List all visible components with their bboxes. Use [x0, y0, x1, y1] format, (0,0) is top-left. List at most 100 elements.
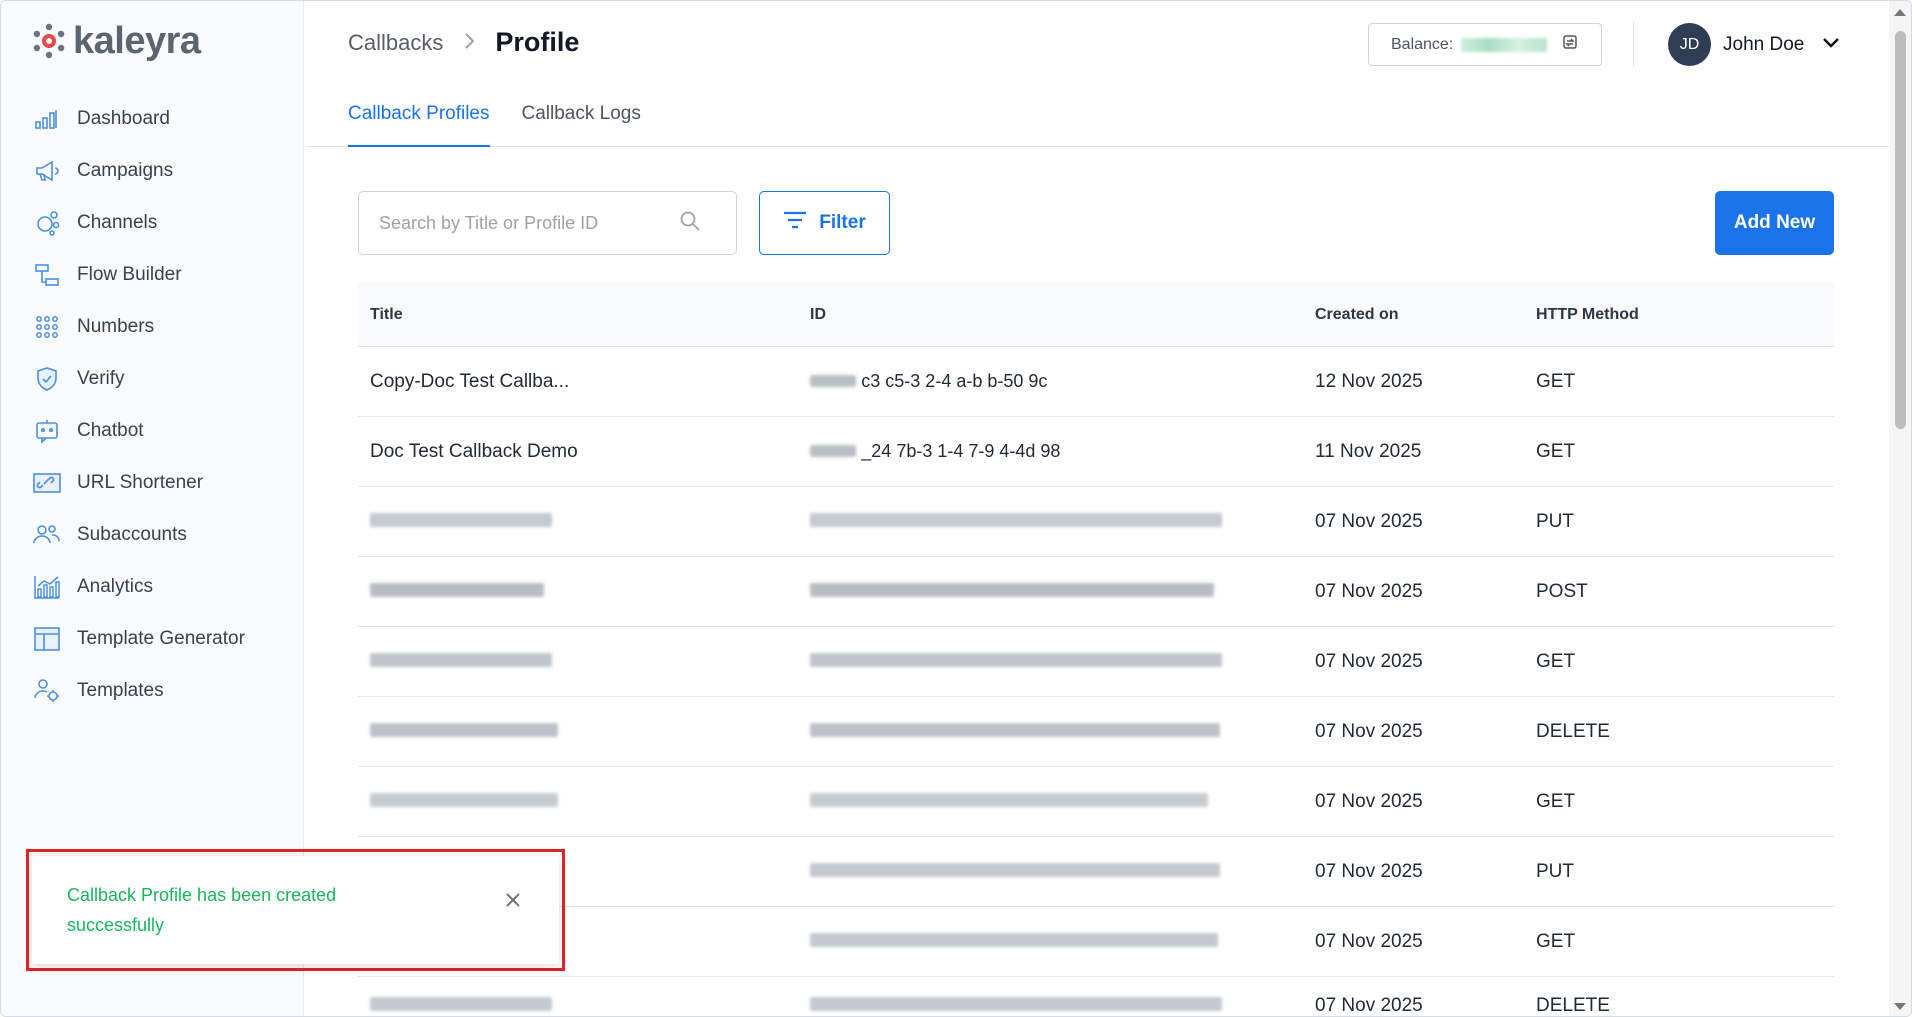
- table-row[interactable]: Doc Test Callback Demo _24 7b-3 1-4 7-9 …: [358, 417, 1834, 487]
- tab-callback-logs[interactable]: Callback Logs: [522, 101, 641, 147]
- logo[interactable]: kaleyra: [31, 21, 201, 61]
- add-new-button[interactable]: Add New: [1715, 191, 1834, 255]
- sidebar-item-analytics[interactable]: Analytics: [33, 561, 245, 613]
- cell-id: c3 c5-3 2-4 a-b b-50 9c: [800, 371, 1315, 393]
- table-row[interactable]: Copy-Doc Test Callba... c3 c5-3 2-4 a-b …: [358, 347, 1834, 417]
- sidebar-item-templates[interactable]: Templates: [33, 665, 245, 717]
- column-header-id[interactable]: ID: [800, 306, 1315, 324]
- cell-title-redacted: [358, 651, 800, 673]
- cell-title-redacted: [358, 511, 800, 533]
- filter-button[interactable]: Filter: [759, 191, 890, 255]
- cell-id-redacted: [800, 721, 1315, 743]
- cell-created-on: 11 Nov 2025: [1315, 440, 1422, 462]
- scroll-up-icon[interactable]: [1894, 9, 1906, 16]
- refresh-icon[interactable]: [1561, 33, 1579, 56]
- tab-callback-profiles[interactable]: Callback Profiles: [348, 101, 490, 147]
- cell-http-method: GET: [1536, 440, 1576, 462]
- column-header-title[interactable]: Title: [358, 306, 800, 324]
- cell-http-method: DELETE: [1536, 720, 1610, 742]
- sidebar-item-label: Channels: [77, 212, 158, 233]
- cell-http-method: GET: [1536, 370, 1576, 392]
- callback-profiles-table: Title ID Created on HTTP Method Copy-Doc…: [358, 283, 1834, 1016]
- table-row[interactable]: 07 Nov 2025 GET: [358, 627, 1834, 697]
- toast-message: Callback Profile has been created succes…: [67, 885, 337, 935]
- cell-created-on: 07 Nov 2025: [1315, 650, 1423, 672]
- cell-title-redacted: [358, 581, 800, 603]
- scroll-down-icon[interactable]: [1894, 1003, 1906, 1010]
- sidebar-nav: Dashboard Campaigns Channels Flow Builde…: [33, 93, 245, 717]
- cell-http-method: DELETE: [1536, 995, 1610, 1016]
- sidebar-item-subaccounts[interactable]: Subaccounts: [33, 509, 245, 561]
- flow-icon: [33, 261, 61, 289]
- sidebar-item-label: Numbers: [77, 316, 155, 337]
- cell-http-method: PUT: [1536, 510, 1574, 532]
- user-name: John Doe: [1723, 33, 1805, 55]
- table-header: Title ID Created on HTTP Method: [358, 283, 1834, 347]
- shield-check-icon: [33, 365, 61, 393]
- balance-value-redacted: [1461, 37, 1548, 52]
- app-window: kaleyra Dashboard Campaigns Channels Flo…: [0, 0, 1912, 1017]
- cell-created-on: 07 Nov 2025: [1315, 720, 1423, 742]
- cell-http-method: POST: [1536, 580, 1588, 602]
- sidebar-item-verify[interactable]: Verify: [33, 353, 245, 405]
- search-input[interactable]: [379, 212, 679, 234]
- column-header-http-method[interactable]: HTTP Method: [1536, 306, 1834, 324]
- table-row[interactable]: 07 Nov 2025 GET: [358, 767, 1834, 837]
- cell-created-on: 07 Nov 2025: [1315, 510, 1423, 532]
- redacted-id-prefix: [810, 375, 856, 388]
- channels-icon: [33, 209, 61, 237]
- sidebar-item-dashboard[interactable]: Dashboard: [33, 93, 245, 145]
- cell-id: _24 7b-3 1-4 7-9 4-4d 98: [800, 441, 1315, 463]
- sidebar-item-flow-builder[interactable]: Flow Builder: [33, 249, 245, 301]
- users-icon: [33, 521, 61, 549]
- cell-created-on: 07 Nov 2025: [1315, 790, 1423, 812]
- cell-title-redacted: [358, 995, 800, 1016]
- success-toast: Callback Profile has been created succes…: [32, 856, 559, 964]
- cell-created-on: 07 Nov 2025: [1315, 580, 1423, 602]
- bar-chart-icon: [33, 105, 61, 133]
- sidebar-item-label: Template Generator: [77, 628, 245, 649]
- table-row[interactable]: 07 Nov 2025 DELETE: [358, 697, 1834, 767]
- cell-id-text: _24 7b-3 1-4 7-9 4-4d 98: [861, 440, 1061, 461]
- scroll-thumb[interactable]: [1895, 31, 1906, 429]
- sidebar-item-url-shortener[interactable]: URL Shortener: [33, 457, 245, 509]
- brand-name: kaleyra: [73, 20, 201, 62]
- sidebar-item-label: Flow Builder: [77, 264, 182, 285]
- search-icon: [679, 210, 701, 237]
- search-field[interactable]: [358, 191, 737, 255]
- sidebar-item-numbers[interactable]: Numbers: [33, 301, 245, 353]
- table-row[interactable]: 07 Nov 2025 PUT: [358, 487, 1834, 557]
- cell-id-redacted: [800, 995, 1315, 1016]
- column-header-created-on[interactable]: Created on: [1315, 306, 1536, 324]
- cell-title-redacted: [358, 721, 800, 743]
- chatbot-icon: [33, 417, 61, 445]
- cell-id-redacted: [800, 511, 1315, 533]
- sidebar-item-label: Subaccounts: [77, 524, 187, 545]
- close-icon[interactable]: [499, 886, 527, 914]
- table-row[interactable]: 07 Nov 2025 PUT: [358, 837, 1834, 907]
- sidebar-item-label: Verify: [77, 368, 125, 389]
- user-menu[interactable]: JD John Doe: [1668, 23, 1840, 66]
- table-row[interactable]: 07 Nov 2025 GET: [358, 907, 1834, 977]
- cell-id-redacted: [800, 861, 1315, 883]
- cell-created-on: 07 Nov 2025: [1315, 930, 1423, 952]
- sidebar-item-label: Campaigns: [77, 160, 174, 181]
- sidebar-item-template-generator[interactable]: Template Generator: [33, 613, 245, 665]
- table-row[interactable]: 07 Nov 2025 DELETE: [358, 977, 1834, 1016]
- sidebar-item-chatbot[interactable]: Chatbot: [33, 405, 245, 457]
- cell-created-on: 07 Nov 2025: [1315, 860, 1423, 882]
- analytics-icon: [33, 573, 61, 601]
- templates-icon: [33, 677, 61, 705]
- link-icon: [33, 469, 61, 497]
- cell-title: Copy-Doc Test Callba...: [370, 370, 570, 392]
- sidebar-item-channels[interactable]: Channels: [33, 197, 245, 249]
- table-row[interactable]: 07 Nov 2025 POST: [358, 557, 1834, 627]
- breadcrumb: Callbacks Profile: [348, 27, 579, 58]
- breadcrumb-callbacks-link[interactable]: Callbacks: [348, 30, 443, 56]
- cell-id-redacted: [800, 581, 1315, 603]
- sidebar-item-campaigns[interactable]: Campaigns: [33, 145, 245, 197]
- cell-title: Doc Test Callback Demo: [370, 440, 578, 462]
- cell-id-redacted: [800, 931, 1315, 953]
- cell-created-on: 12 Nov 2025: [1315, 370, 1423, 392]
- page-scrollbar[interactable]: [1889, 1, 1911, 1016]
